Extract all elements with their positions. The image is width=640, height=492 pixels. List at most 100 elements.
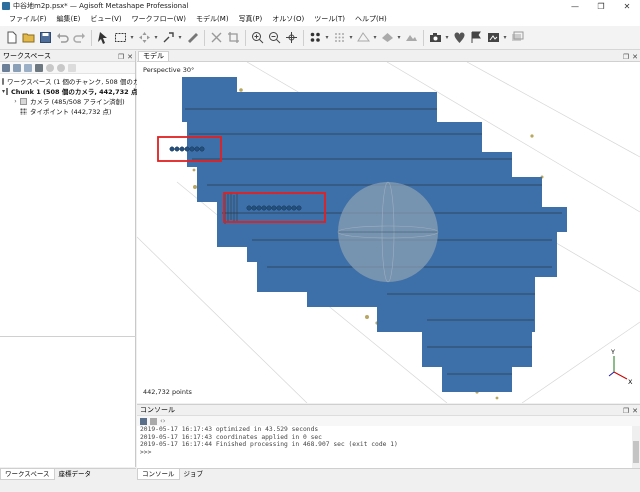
console-toolbar: ‹› <box>137 416 640 426</box>
close-icon[interactable] <box>68 63 76 72</box>
delete-selection-icon[interactable] <box>209 30 224 45</box>
restore-button[interactable]: ❐ <box>588 0 614 12</box>
tab-console[interactable]: コンソール <box>137 469 180 480</box>
tree-item-label: タイポイント (442,732 点) <box>30 108 112 116</box>
point-cloud-icon[interactable] <box>308 30 323 45</box>
navigation-icon[interactable] <box>161 30 176 45</box>
tie-points-icon <box>20 107 27 115</box>
move-object-icon[interactable] <box>137 30 152 45</box>
chevron-right-icon[interactable]: › <box>12 98 19 105</box>
menu-tools[interactable]: ツール(T) <box>309 14 350 24</box>
menu-model[interactable]: モデル(M) <box>191 14 234 24</box>
chevron-down-icon[interactable]: ▾ <box>177 30 183 45</box>
axes-indicator: Y X <box>608 348 633 386</box>
rotation-trackball[interactable] <box>337 181 439 283</box>
pointer-icon[interactable] <box>96 30 111 45</box>
title-bar: 中谷地m2p.psx* — Agisoft Metashape Professi… <box>0 0 640 12</box>
tree-item-tie-points[interactable]: タイポイント (442,732 点) <box>0 106 135 116</box>
add-chunk-icon[interactable] <box>2 63 10 72</box>
clear-log-icon[interactable] <box>150 417 157 425</box>
tree-item-chunk[interactable]: ▾ Chunk 1 (508 個のカメラ, 442,732 点) [R] <box>0 86 154 96</box>
float-panel-icon[interactable]: ❐ <box>623 407 629 415</box>
close-panel-icon[interactable]: ✕ <box>632 53 638 61</box>
redo-icon[interactable] <box>72 30 87 45</box>
float-panel-icon[interactable]: ❐ <box>118 53 124 61</box>
point-cloud-view[interactable]: Y X <box>137 62 640 403</box>
undo-icon[interactable] <box>55 30 70 45</box>
tab-jobs[interactable]: ジョブ <box>180 469 208 480</box>
zoom-in-icon[interactable] <box>250 30 265 45</box>
zoom-out-icon[interactable] <box>267 30 282 45</box>
chevron-down-icon[interactable]: ▾ <box>396 30 402 45</box>
close-panel-icon[interactable]: ✕ <box>127 53 133 61</box>
menu-ortho[interactable]: オルソ(O) <box>267 14 309 24</box>
console-prompt[interactable]: >>> <box>140 449 640 457</box>
chevron-down-icon[interactable]: ▾ <box>502 30 508 45</box>
menu-help[interactable]: ヘルプ(H) <box>350 14 392 24</box>
main-toolbar: ▾ ▾ ▾ ▾ ▾ ▾ ▾ ▾ ▾ <box>0 26 640 50</box>
minimize-button[interactable]: — <box>562 0 588 12</box>
crop-icon[interactable] <box>226 30 241 45</box>
chevron-down-icon[interactable]: ▾ <box>348 30 354 45</box>
camera-markers-lower <box>246 205 302 211</box>
new-file-icon[interactable] <box>4 30 19 45</box>
chevron-down-icon[interactable]: ▾ <box>444 30 450 45</box>
chevron-down-icon[interactable]: ▾ <box>129 30 135 45</box>
tiled-model-icon[interactable] <box>380 30 395 45</box>
menu-photo[interactable]: 写真(P) <box>234 14 268 24</box>
console-log: 2019-05-17 16:17:43 optimized in 43.529 … <box>137 426 640 456</box>
save-icon[interactable] <box>38 30 53 45</box>
markers-icon[interactable] <box>452 30 467 45</box>
chevron-down-icon[interactable]: ▾ <box>153 30 159 45</box>
add-photos-icon[interactable] <box>13 63 21 72</box>
tree-item-cameras[interactable]: › カメラ (485/508 アライン済創) <box>0 96 135 106</box>
chunk-icon <box>6 87 9 95</box>
rect-select-icon[interactable] <box>113 30 128 45</box>
camera-icon[interactable] <box>428 30 443 45</box>
ruler-icon[interactable] <box>185 30 200 45</box>
console-line: 2019-05-17 16:17:44 Finished processing … <box>140 441 398 449</box>
close-button[interactable]: ✕ <box>614 0 640 12</box>
console-scrollbar[interactable] <box>632 426 640 469</box>
tab-workspace[interactable]: ワークスペース <box>0 469 55 480</box>
reset-view-icon[interactable] <box>284 30 299 45</box>
panel-divider <box>0 336 136 337</box>
workspace-panel: ワークスペース ❐ ✕ ワークスペース (1 個のチャンク, 508 個のカメラ… <box>0 51 155 467</box>
chevron-down-icon[interactable]: ▾ <box>372 30 378 45</box>
scrollbar-thumb[interactable] <box>633 441 639 463</box>
tree-item-label: ワークスペース (1 個のチャンク, 508 個のカメラ) <box>7 78 155 86</box>
remove-items-icon[interactable] <box>35 63 43 72</box>
folder-icon <box>20 97 27 105</box>
float-panel-icon[interactable]: ❐ <box>623 53 629 61</box>
dem-icon[interactable] <box>404 30 419 45</box>
menu-file[interactable]: ファイル(F) <box>4 14 52 24</box>
menu-edit[interactable]: 編集(E) <box>52 14 86 24</box>
menu-workflow[interactable]: ワークフロー(W) <box>127 14 191 24</box>
console-line: 2019-05-17 16:17:43 coordinates applied … <box>140 433 322 441</box>
menu-view[interactable]: ビュー(V) <box>85 14 126 24</box>
flag-icon[interactable] <box>469 30 484 45</box>
open-folder-icon[interactable] <box>21 30 36 45</box>
region-icon[interactable] <box>510 30 525 45</box>
close-panel-icon[interactable]: ✕ <box>632 407 638 415</box>
chevron-down-icon[interactable]: ▾ <box>2 88 5 95</box>
run-script-icon[interactable]: ‹› <box>160 417 166 425</box>
workspace-icon <box>2 77 4 85</box>
tree-item-workspace[interactable]: ワークスペース (1 個のチャンク, 508 個のカメラ) <box>0 76 155 86</box>
save-log-icon[interactable] <box>140 417 147 425</box>
shapes-icon[interactable] <box>486 30 501 45</box>
menu-bar: ファイル(F) 編集(E) ビュー(V) ワークフロー(W) モデル(M) 写真… <box>0 12 640 26</box>
window-title: 中谷地m2p.psx* — Agisoft Metashape Professi… <box>13 2 189 10</box>
enable-icon[interactable] <box>46 63 54 72</box>
add-folder-icon[interactable] <box>24 63 32 72</box>
tab-model[interactable]: モデル <box>138 51 169 61</box>
mesh-icon[interactable] <box>356 30 371 45</box>
disable-icon[interactable] <box>57 63 65 72</box>
dense-cloud-icon[interactable] <box>332 30 347 45</box>
toolbar-separator <box>423 29 424 46</box>
tab-reference[interactable]: 座標データ <box>55 469 96 480</box>
toolbar-separator <box>204 29 205 46</box>
chevron-down-icon[interactable]: ▾ <box>324 30 330 45</box>
toolbar-separator <box>245 29 246 46</box>
model-viewport[interactable]: Y X Perspective 30° 442,732 points <box>137 62 640 403</box>
